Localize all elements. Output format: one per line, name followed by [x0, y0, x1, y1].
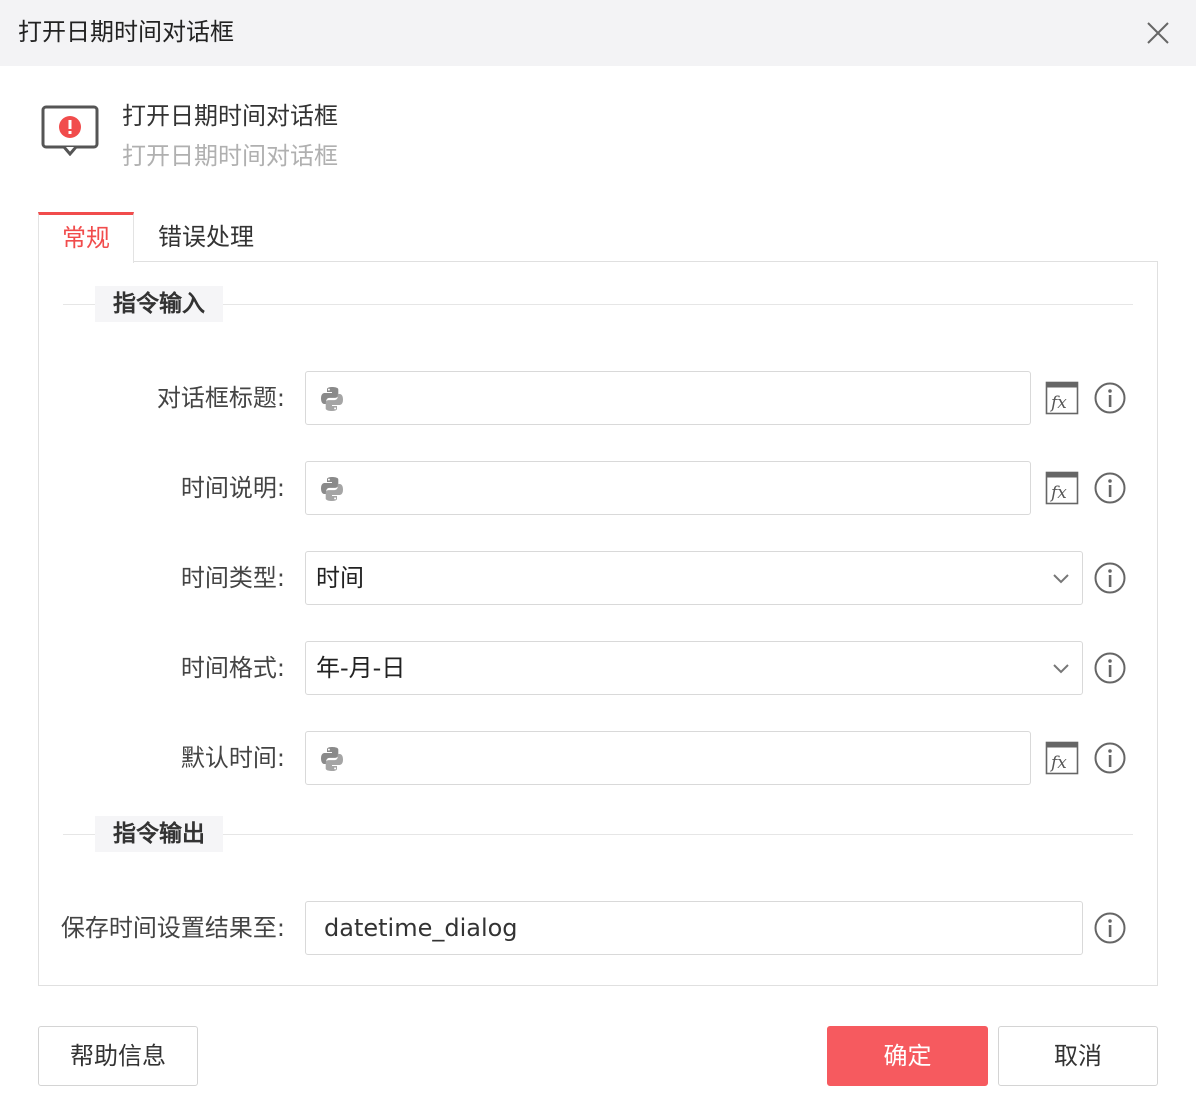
fx-icon[interactable]: fx	[1045, 471, 1079, 505]
save-result-label: 保存时间设置结果至:	[60, 914, 285, 942]
time-type-label: 时间类型:	[180, 564, 285, 592]
default-time-input[interactable]	[305, 731, 1031, 785]
time-format-select[interactable]: 年-月-日	[305, 641, 1083, 695]
dialog-title-input[interactable]	[305, 371, 1031, 425]
save-result-value: datetime_dialog	[324, 914, 518, 942]
time-format-value: 年-月-日	[316, 654, 406, 682]
svg-text:fx: fx	[1049, 393, 1067, 413]
fx-icon[interactable]: fx	[1045, 741, 1079, 775]
section-title: 指令输出	[95, 816, 223, 852]
section-divider	[63, 834, 1133, 835]
python-icon	[321, 387, 343, 411]
info-icon[interactable]	[1093, 561, 1127, 595]
python-icon	[321, 747, 343, 771]
time-format-label: 时间格式:	[180, 654, 285, 682]
svg-text:fx: fx	[1049, 483, 1067, 503]
confirm-button[interactable]: 确定	[827, 1026, 988, 1086]
svg-text:fx: fx	[1049, 753, 1067, 773]
tab-error-handling[interactable]: 错误处理	[156, 212, 256, 262]
command-name: 打开日期时间对话框	[122, 102, 338, 130]
python-icon	[321, 477, 343, 501]
fx-icon[interactable]: fx	[1045, 381, 1079, 415]
command-header: 打开日期时间对话框 打开日期时间对话框	[40, 96, 640, 176]
cancel-button[interactable]: 取消	[998, 1026, 1158, 1086]
alert-message-icon	[41, 105, 99, 156]
help-info-button[interactable]: 帮助信息	[38, 1026, 198, 1086]
time-description-input[interactable]	[305, 461, 1031, 515]
time-description-label: 时间说明:	[180, 474, 285, 502]
time-type-value: 时间	[316, 564, 364, 592]
info-icon[interactable]	[1093, 741, 1127, 775]
info-icon[interactable]	[1093, 471, 1127, 505]
info-icon[interactable]	[1093, 911, 1127, 945]
section-command-input: 指令输入	[63, 286, 1133, 322]
section-title: 指令输入	[95, 286, 223, 322]
section-command-output: 指令输出	[63, 816, 1133, 852]
tab-panel-general: 指令输入 对话框标题: fx 时间说明: fx 时间类型: 时间 时间格式: 年…	[38, 261, 1158, 986]
info-icon[interactable]	[1093, 381, 1127, 415]
time-type-select[interactable]: 时间	[305, 551, 1083, 605]
save-result-input[interactable]: datetime_dialog	[305, 901, 1083, 955]
section-divider	[63, 304, 1133, 305]
dialog-titlebar: 打开日期时间对话框	[0, 0, 1196, 66]
default-time-label: 默认时间:	[180, 744, 285, 772]
tab-general[interactable]: 常规	[38, 212, 134, 263]
chevron-down-icon	[1053, 574, 1069, 584]
chevron-down-icon	[1053, 664, 1069, 674]
command-description: 打开日期时间对话框	[122, 142, 338, 170]
close-icon[interactable]	[1140, 15, 1176, 51]
dialog-title-label: 对话框标题:	[156, 384, 285, 412]
dialog-title: 打开日期时间对话框	[18, 18, 234, 46]
info-icon[interactable]	[1093, 651, 1127, 685]
